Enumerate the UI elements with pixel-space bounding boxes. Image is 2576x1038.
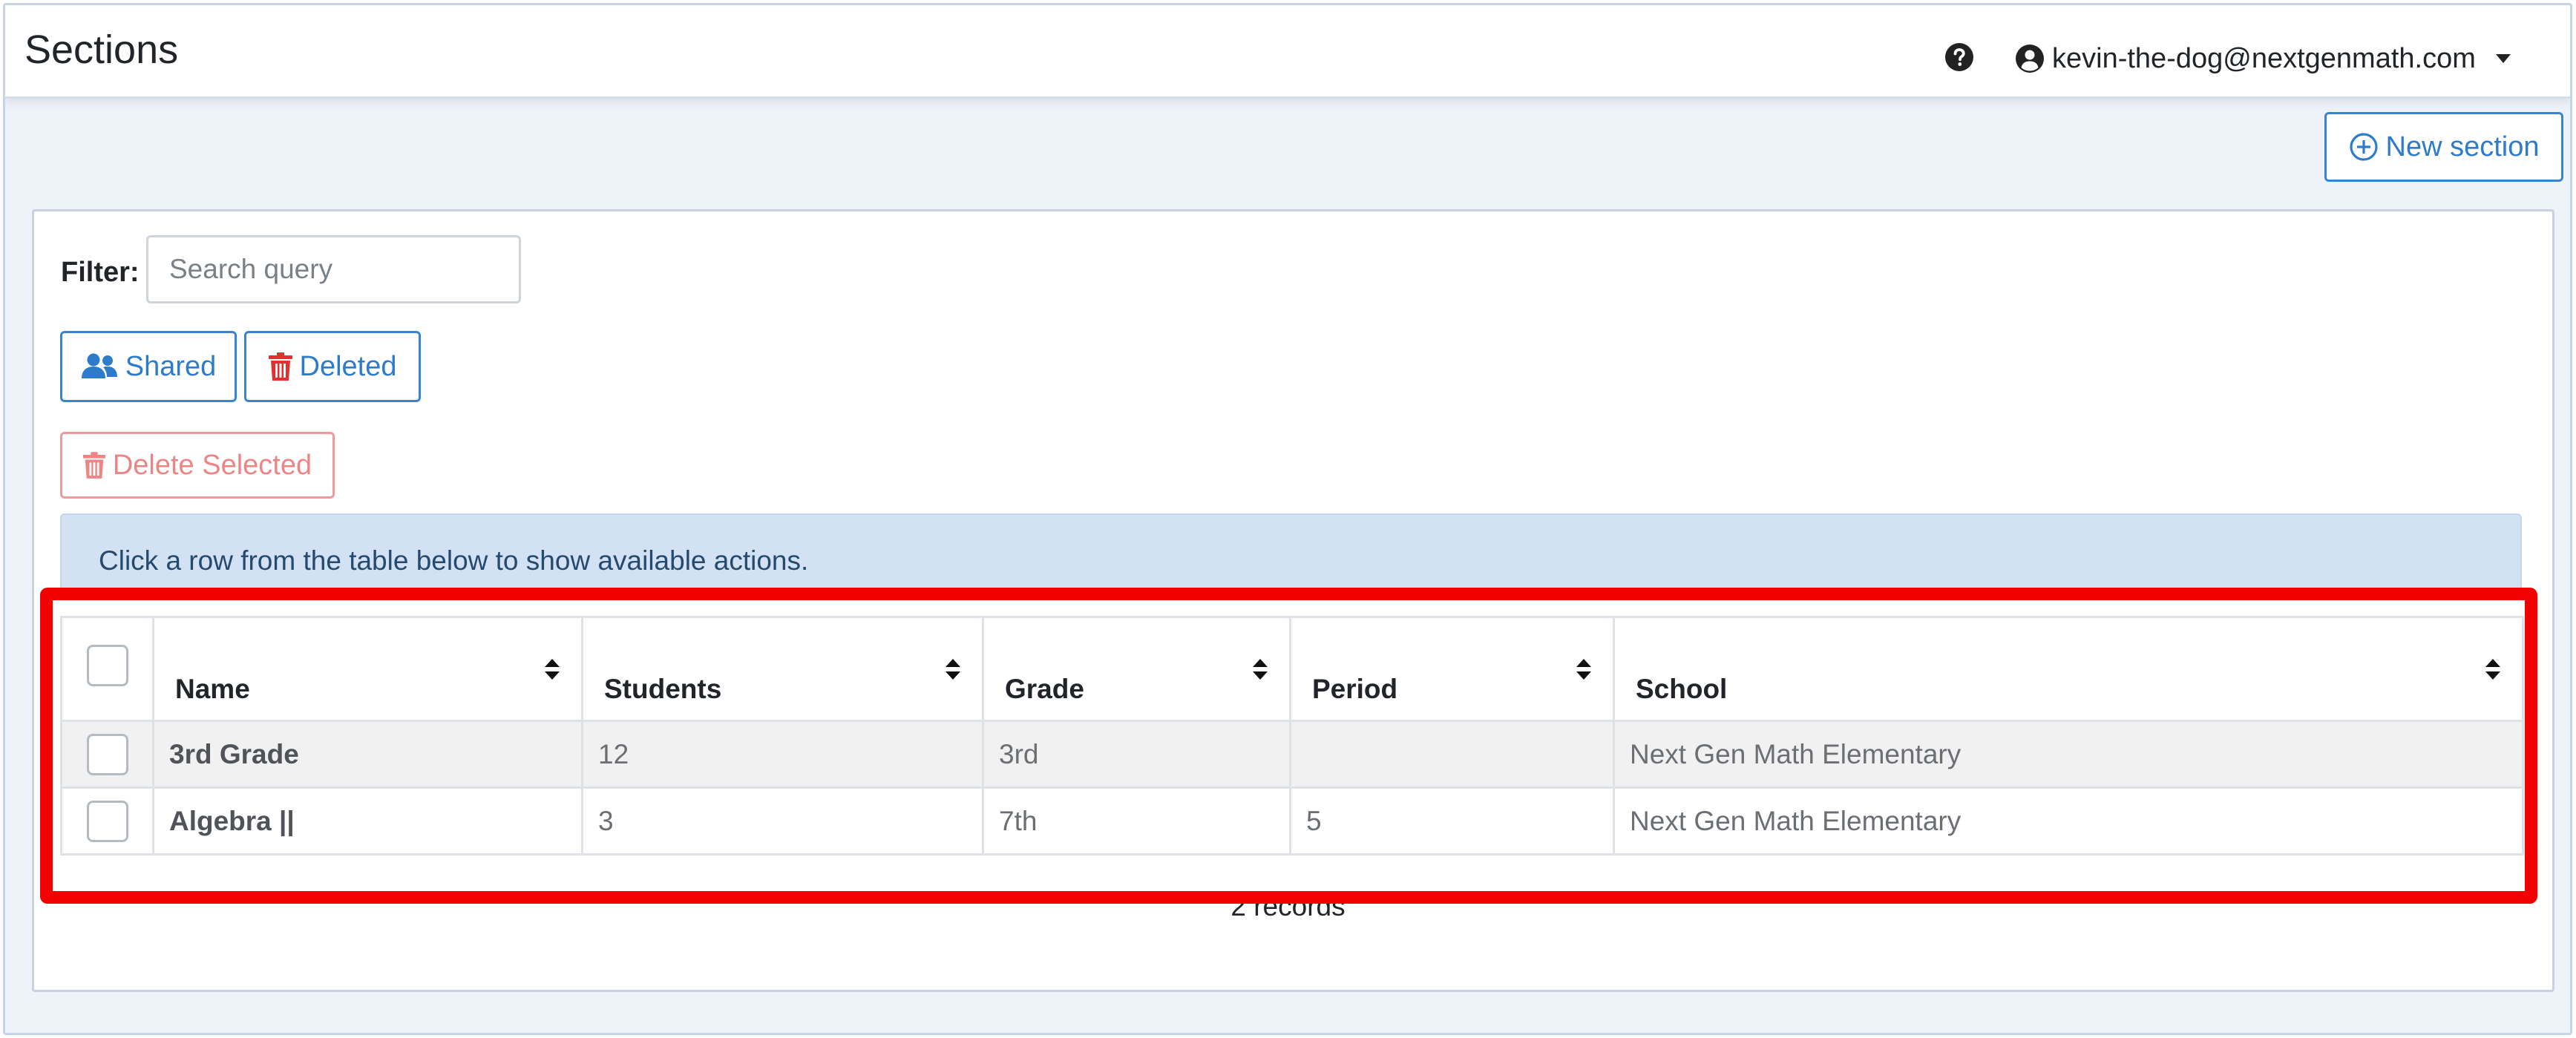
- trash-icon: [268, 352, 292, 381]
- top-navbar: Sections kevin-the-dog@nextgenmath.com: [5, 5, 2570, 99]
- shared-toggle-button[interactable]: Shared: [60, 331, 237, 402]
- trash-icon: [82, 452, 105, 479]
- plus-circle-icon: [2349, 132, 2379, 162]
- column-header-grade[interactable]: Grade: [982, 616, 1291, 722]
- deleted-toggle-button[interactable]: Deleted: [244, 331, 421, 402]
- column-header-period[interactable]: Period: [1289, 616, 1615, 722]
- cell-grade: 3rd: [982, 720, 1291, 789]
- deleted-label: Deleted: [299, 350, 397, 382]
- row-checkbox[interactable]: [86, 733, 128, 775]
- cell-school: Next Gen Math Elementary: [1613, 786, 2524, 855]
- cell-grade: 7th: [982, 786, 1291, 855]
- column-header-name[interactable]: Name: [152, 616, 583, 722]
- sort-icon[interactable]: [1576, 658, 1592, 680]
- column-label: Name: [175, 673, 250, 704]
- sort-icon[interactable]: [2485, 658, 2501, 680]
- sort-icon[interactable]: [1252, 658, 1268, 680]
- column-header-students[interactable]: Students: [581, 616, 984, 722]
- table-row[interactable]: Algebra || 3 7th 5 Next Gen Math Element…: [60, 786, 2524, 855]
- table-header-row: Name Students Grade Period School: [60, 616, 2524, 722]
- sort-icon[interactable]: [945, 658, 961, 680]
- cell-school: Next Gen Math Elementary: [1613, 720, 2524, 789]
- cell-name: 3rd Grade: [152, 720, 583, 789]
- search-input[interactable]: [146, 235, 521, 303]
- user-email: kevin-the-dog@nextgenmath.com: [2052, 43, 2476, 74]
- column-label: Grade: [1005, 673, 1084, 704]
- user-circle-icon: [2016, 45, 2044, 73]
- delete-selected-label: Delete Selected: [112, 449, 312, 481]
- cell-students: 12: [581, 720, 984, 789]
- delete-selected-button[interactable]: Delete Selected: [60, 432, 335, 499]
- new-section-label: New section: [2385, 131, 2540, 162]
- column-header-school[interactable]: School: [1613, 616, 2524, 722]
- question-circle-icon[interactable]: [1944, 42, 1974, 72]
- shared-label: Shared: [125, 350, 217, 382]
- cell-period: 5: [1289, 786, 1615, 855]
- select-all-checkbox[interactable]: [86, 645, 128, 686]
- user-menu-dropdown[interactable]: kevin-the-dog@nextgenmath.com: [2015, 38, 2511, 79]
- sections-table-wrapper: Name Students Grade Period School 3rd Gr…: [60, 616, 2524, 855]
- column-label: School: [1636, 673, 1728, 704]
- row-checkbox[interactable]: [86, 800, 128, 842]
- column-label: Students: [604, 673, 722, 704]
- filter-label: Filter:: [61, 257, 140, 288]
- column-label: Period: [1312, 673, 1398, 704]
- select-all-cell: [60, 616, 154, 722]
- cell-name: Algebra ||: [152, 786, 583, 855]
- sort-icon[interactable]: [544, 658, 560, 680]
- info-alert: Click a row from the table below to show…: [60, 513, 2522, 599]
- records-count: 2 records: [1230, 891, 1346, 922]
- row-select-cell: [60, 720, 154, 789]
- cell-students: 3: [581, 786, 984, 855]
- table-row[interactable]: 3rd Grade 12 3rd Next Gen Math Elementar…: [60, 720, 2524, 789]
- row-select-cell: [60, 786, 154, 855]
- cell-period: [1289, 720, 1615, 789]
- sections-table: Name Students Grade Period School 3rd Gr…: [60, 616, 2524, 855]
- sections-card: [32, 209, 2554, 992]
- new-section-button[interactable]: New section: [2324, 112, 2563, 182]
- users-icon: [81, 352, 118, 381]
- page-title: Sections: [24, 27, 179, 72]
- caret-down-icon: [2495, 54, 2511, 63]
